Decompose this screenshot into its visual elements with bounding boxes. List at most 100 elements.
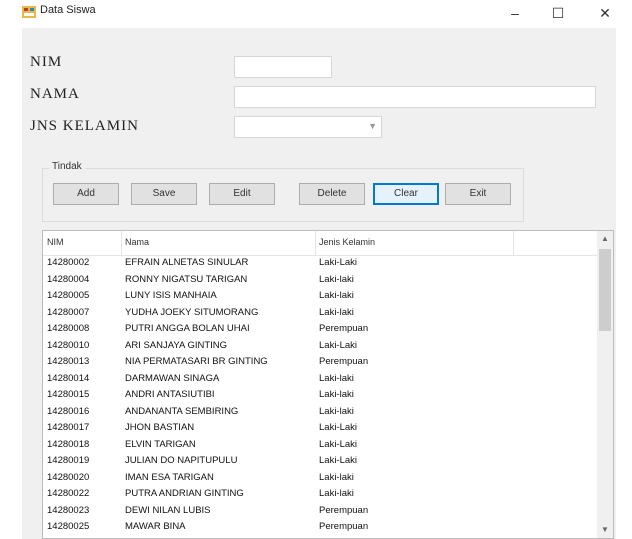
window-title: Data Siswa (40, 4, 96, 16)
cell-nim: 14280005 (47, 290, 90, 301)
cell-nama: ARI SANJAYA GINTING (125, 339, 228, 351)
column-header-nama[interactable]: Nama (125, 237, 149, 247)
cell-nama: EFRAIN ALNETAS SINULAR (125, 257, 249, 268)
column-divider[interactable] (121, 231, 122, 255)
cell-nama: PUTRI ANGGA BOLAN UHAI (125, 323, 250, 334)
scroll-down-icon[interactable]: ▼ (597, 522, 613, 538)
cell-nama: ANDRI ANTASIUTIBI (125, 389, 215, 400)
table-row[interactable]: 14280005 LUNY ISIS MANHAIA Laki-laki (43, 290, 599, 302)
table-row[interactable]: 14280013 NIA PERMATASARI BR GINTING Peremp… (43, 356, 599, 368)
cell-jenis-kelamin: Perempuan (319, 504, 369, 516)
cell-nim: 14280020 (47, 471, 90, 483)
cell-nim: 14280018 (47, 438, 90, 450)
cell-nama: DEWI NILAN LUBIS (125, 504, 211, 516)
cell-nim: 14280004 (47, 273, 90, 285)
cell-jenis-kelamin: Perempuan (319, 356, 369, 367)
close-button[interactable]: ✕ (590, 2, 620, 24)
cell-nama: DARMAWAN SINAGA (125, 372, 220, 384)
nama-label: NAMA (30, 86, 80, 102)
scroll-up-icon[interactable]: ▲ (597, 231, 613, 247)
cell-nim: 14280017 (47, 422, 90, 433)
table-row[interactable]: 14280015 ANDRI ANTASIUTIBI Laki-laki (43, 389, 599, 401)
action-group: Tindak Add Save Edit Delete Clear Exit (42, 161, 524, 222)
table-row[interactable]: 14280016 ANDANANTA SEMBIRING Laki-laki (43, 406, 599, 418)
table-row[interactable]: 14280022 PUTRA ANDRIAN GINTING Laki-laki (43, 488, 599, 500)
cell-nama: NIA PERMATASARI BR GINTING (125, 356, 268, 367)
cell-jenis-kelamin: Laki-Laki (319, 455, 358, 466)
save-button[interactable]: Save (131, 183, 197, 205)
cell-jenis-kelamin: Perempuan (319, 521, 369, 532)
scroll-thumb[interactable] (599, 249, 611, 331)
cell-jenis-kelamin: Laki-laki (319, 405, 354, 417)
table-row[interactable]: 14280002 EFRAIN ALNETAS SINULAR Laki-Laki (43, 257, 599, 269)
column-divider[interactable] (513, 231, 514, 255)
jenis-kelamin-combobox[interactable]: ▼ (234, 116, 382, 138)
vertical-scrollbar[interactable]: ▲ ▼ (597, 231, 613, 538)
table-row[interactable]: 14280008 PUTRI ANGGA BOLAN UHAI Perempuan (43, 323, 599, 335)
cell-nama: PUTRA ANDRIAN GINTING (125, 488, 244, 499)
column-divider[interactable] (315, 231, 316, 255)
cell-jenis-kelamin: Laki-Laki (319, 422, 358, 433)
table-row[interactable]: 14280019 JULIAN DO NAPITUPULU Laki-Laki (43, 455, 599, 467)
maximize-button[interactable]: ☐ (543, 2, 573, 24)
cell-jenis-kelamin: Laki-Laki (319, 257, 358, 268)
chevron-down-icon[interactable]: ▼ (368, 121, 377, 131)
nim-label: NIM (30, 54, 63, 70)
table-row[interactable]: 14280010 ARI SANJAYA GINTING Laki-Laki (43, 340, 599, 352)
cell-nama: RONNY NIGATSU TARIGAN (125, 273, 248, 285)
clear-button[interactable]: Clear (373, 183, 439, 205)
cell-nama: MAWAR BINA (125, 521, 186, 532)
table-row[interactable]: 14280017 JHON BASTIAN Laki-Laki (43, 422, 599, 434)
cell-nama: LUNY ISIS MANHAIA (125, 290, 217, 301)
cell-nama: ANDANANTA SEMBIRING (125, 405, 239, 417)
jenis-kelamin-label: JNS KELAMIN (30, 118, 139, 134)
add-button[interactable]: Add (53, 183, 119, 205)
table-row[interactable]: 14280018 ELVIN TARIGAN Laki-Laki (43, 439, 599, 451)
cell-jenis-kelamin: Laki-Laki (319, 438, 358, 450)
cell-jenis-kelamin: Laki-laki (319, 372, 354, 384)
app-icon (22, 6, 36, 18)
cell-jenis-kelamin: Laki-laki (319, 488, 354, 499)
nama-input[interactable] (234, 86, 596, 108)
column-header-nim[interactable]: NIM (47, 237, 64, 247)
cell-nim: 14280023 (47, 504, 90, 516)
cell-nama: YUDHA JOEKY SITUMORANG (125, 306, 259, 318)
cell-nim: 14280022 (47, 488, 90, 499)
action-group-legend: Tindak (49, 161, 85, 172)
cell-jenis-kelamin: Laki-Laki (319, 339, 358, 351)
student-list-view[interactable]: NIM Nama Jenis Kelamin 14280002 EFRAIN AL… (42, 230, 614, 539)
cell-nim: 14280025 (47, 521, 90, 532)
cell-jenis-kelamin: Laki-laki (319, 290, 354, 301)
cell-nim: 14280002 (47, 257, 90, 268)
cell-nim: 14280010 (47, 339, 90, 351)
cell-nama: ELVIN TARIGAN (125, 438, 196, 450)
form-client-area: NIM NAMA JNS KELAMIN ▼ Tindak Add Save E… (22, 28, 616, 539)
cell-nama: JULIAN DO NAPITUPULU (125, 455, 238, 466)
edit-button[interactable]: Edit (209, 183, 275, 205)
column-header-jenis-kelamin[interactable]: Jenis Kelamin (319, 237, 375, 247)
cell-nama: JHON BASTIAN (125, 422, 195, 433)
nim-input[interactable] (234, 56, 332, 78)
list-header: NIM Nama Jenis Kelamin (43, 231, 599, 256)
table-row[interactable]: 14280020 IMAN ESA TARIGAN Laki-laki (43, 472, 599, 484)
minimize-button[interactable]: – (500, 2, 530, 24)
cell-jenis-kelamin: Perempuan (319, 323, 369, 334)
cell-nim: 14280007 (47, 306, 90, 318)
delete-button[interactable]: Delete (299, 183, 365, 205)
cell-nama: IMAN ESA TARIGAN (125, 471, 214, 483)
table-row[interactable]: 14280023 DEWI NILAN LUBIS Perempuan (43, 505, 599, 517)
cell-nim: 14280016 (47, 405, 90, 417)
cell-jenis-kelamin: Laki-laki (319, 471, 354, 483)
cell-jenis-kelamin: Laki-laki (319, 273, 354, 285)
table-row[interactable]: 14280007 YUDHA JOEKY SITUMORANG Laki-laki (43, 307, 599, 319)
cell-nim: 14280019 (47, 455, 90, 466)
exit-button[interactable]: Exit (445, 183, 511, 205)
cell-nim: 14280013 (47, 356, 90, 367)
table-row[interactable]: 14280004 RONNY NIGATSU TARIGAN Laki-laki (43, 274, 599, 286)
table-row[interactable]: 14280025 MAWAR BINA Perempuan (43, 521, 599, 533)
cell-jenis-kelamin: Laki-laki (319, 306, 354, 318)
cell-nim: 14280015 (47, 389, 90, 400)
table-row[interactable]: 14280014 DARMAWAN SINAGA Laki-laki (43, 373, 599, 385)
cell-jenis-kelamin: Laki-laki (319, 389, 354, 400)
cell-nim: 14280014 (47, 372, 90, 384)
